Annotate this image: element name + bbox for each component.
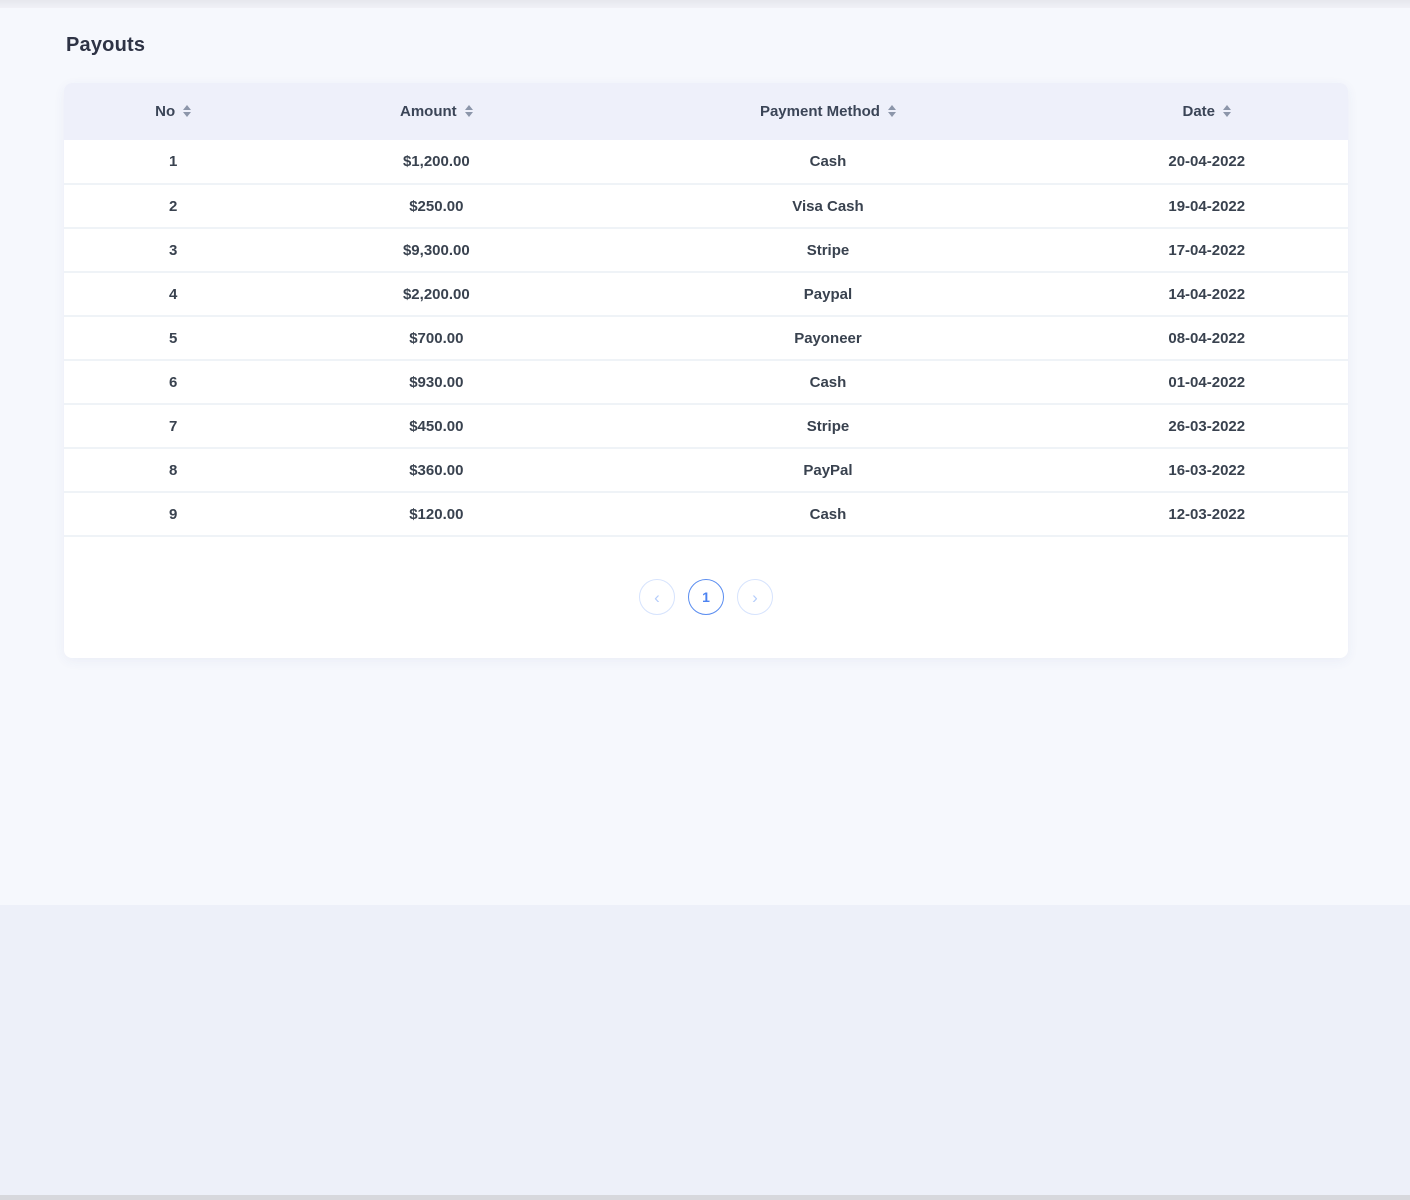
cell-date: 20-04-2022 [1066,140,1349,184]
table-row: 8 $360.00 PayPal 16-03-2022 [64,448,1348,492]
table-row: 2 $250.00 Visa Cash 19-04-2022 [64,184,1348,228]
cell-payment-method: PayPal [590,448,1065,492]
cell-payment-method: Paypal [590,272,1065,316]
page-1-button[interactable]: 1 [688,579,724,615]
column-label: Date [1182,103,1215,120]
table-row: 9 $120.00 Cash 12-03-2022 [64,492,1348,536]
cell-payment-method: Stripe [590,404,1065,448]
cell-amount: $930.00 [282,360,590,404]
column-label: Payment Method [760,103,880,120]
cell-no: 5 [64,316,282,360]
cell-no: 4 [64,272,282,316]
cell-amount: $9,300.00 [282,228,590,272]
footer-band [0,905,1410,1195]
window-top-edge [0,0,1410,8]
cell-date: 14-04-2022 [1066,272,1349,316]
cell-no: 2 [64,184,282,228]
sort-icon [888,105,896,117]
cell-date: 16-03-2022 [1066,448,1349,492]
next-page-button[interactable]: › [737,579,773,615]
cell-no: 1 [64,140,282,184]
column-header-amount[interactable]: Amount [282,83,590,140]
payouts-table: No Amount Payment Method Date 1 $1,200.0… [64,83,1348,537]
sort-icon [465,105,473,117]
cell-date: 08-04-2022 [1066,316,1349,360]
cell-payment-method: Cash [590,140,1065,184]
payouts-card: No Amount Payment Method Date 1 $1,200.0… [64,83,1348,658]
cell-no: 9 [64,492,282,536]
column-header-date[interactable]: Date [1066,83,1349,140]
cell-date: 26-03-2022 [1066,404,1349,448]
cell-amount: $700.00 [282,316,590,360]
cell-payment-method: Visa Cash [590,184,1065,228]
cell-amount: $120.00 [282,492,590,536]
cell-amount: $250.00 [282,184,590,228]
payouts-section: Payouts No Amount Payment Method [64,8,1348,658]
previous-page-button[interactable]: ‹ [639,579,675,615]
table-row: 6 $930.00 Cash 01-04-2022 [64,360,1348,404]
cell-date: 19-04-2022 [1066,184,1349,228]
column-label: Amount [400,103,457,120]
table-row: 3 $9,300.00 Stripe 17-04-2022 [64,228,1348,272]
cell-no: 3 [64,228,282,272]
pagination: ‹ 1 › [64,579,1348,615]
cell-no: 7 [64,404,282,448]
cell-payment-method: Cash [590,492,1065,536]
cell-no: 8 [64,448,282,492]
page-title: Payouts [66,34,1348,57]
cell-date: 17-04-2022 [1066,228,1349,272]
table-row: 5 $700.00 Payoneer 08-04-2022 [64,316,1348,360]
table-row: 7 $450.00 Stripe 26-03-2022 [64,404,1348,448]
cell-amount: $450.00 [282,404,590,448]
sort-icon [1223,105,1231,117]
cell-no: 6 [64,360,282,404]
cell-date: 12-03-2022 [1066,492,1349,536]
cell-payment-method: Cash [590,360,1065,404]
column-label: No [155,103,175,120]
cell-amount: $2,200.00 [282,272,590,316]
column-header-payment-method[interactable]: Payment Method [590,83,1065,140]
column-header-no[interactable]: No [64,83,282,140]
cell-amount: $1,200.00 [282,140,590,184]
table-row: 4 $2,200.00 Paypal 14-04-2022 [64,272,1348,316]
cell-date: 01-04-2022 [1066,360,1349,404]
cell-amount: $360.00 [282,448,590,492]
table-header-row: No Amount Payment Method Date [64,83,1348,140]
sort-icon [183,105,191,117]
window-bottom-edge [0,1195,1410,1200]
cell-payment-method: Payoneer [590,316,1065,360]
table-row: 1 $1,200.00 Cash 20-04-2022 [64,140,1348,184]
cell-payment-method: Stripe [590,228,1065,272]
